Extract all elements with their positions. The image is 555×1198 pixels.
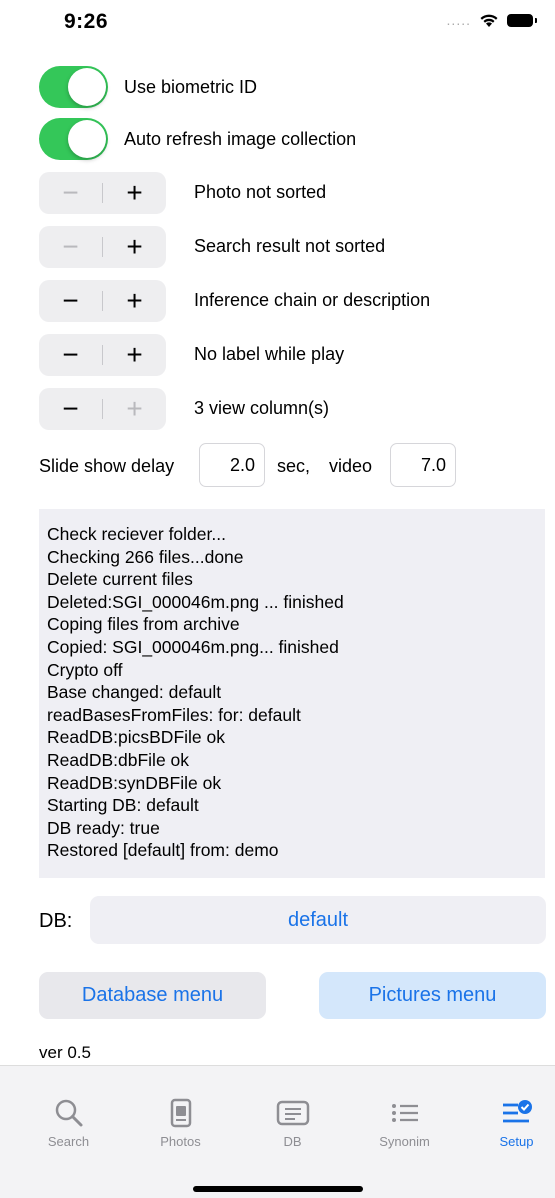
- delay-field[interactable]: 2.0: [199, 443, 265, 487]
- pictures-menu-button[interactable]: Pictures menu: [319, 972, 546, 1019]
- log-line: Coping files from archive: [47, 614, 240, 635]
- log-line: DB ready: true: [47, 817, 160, 838]
- tab-label: Search: [47, 1134, 90, 1149]
- photo-sort-stepper: − +: [39, 172, 166, 214]
- stepper-minus-button[interactable]: −: [39, 280, 102, 322]
- log-line: Crypto off: [47, 659, 123, 680]
- stepper-plus-button[interactable]: +: [103, 334, 166, 376]
- db-select-button[interactable]: default: [90, 896, 546, 944]
- photos-icon: [170, 1098, 191, 1128]
- db-icon: [276, 1100, 309, 1126]
- inference-stepper: − +: [39, 280, 166, 322]
- stepper-label: Search result not sorted: [194, 236, 386, 256]
- stepper-row-search-sort: − + Search result not sorted: [39, 226, 385, 268]
- database-menu-button[interactable]: Database menu: [39, 972, 266, 1019]
- log-line: Deleted:SGI_000046m.png ... finished: [47, 591, 344, 612]
- tab-synonim[interactable]: Synonim: [349, 1066, 460, 1149]
- log-line: ReadDB:synDBFile ok: [47, 772, 222, 793]
- status-icons: .....: [446, 12, 537, 28]
- stepper-plus-button[interactable]: +: [103, 388, 166, 430]
- biometric-switch[interactable]: [39, 66, 108, 108]
- log-line: ReadDB:picsBDFile ok: [47, 727, 225, 748]
- signal-icon: .....: [446, 12, 471, 28]
- wifi-icon: [480, 14, 498, 27]
- tab-label: Synonim: [379, 1134, 430, 1149]
- battery-icon: [507, 13, 537, 27]
- setup-icon: [502, 1100, 532, 1123]
- version-label: ver 0.5: [39, 1043, 91, 1062]
- log-textview[interactable]: Check reciever folder... Checking 266 fi…: [39, 509, 545, 878]
- stepper-plus-button[interactable]: +: [103, 172, 166, 214]
- video-label: video: [329, 456, 373, 476]
- log-line: Copied: SGI_000046m.png... finished: [47, 636, 339, 657]
- stepper-plus-button[interactable]: +: [103, 226, 166, 268]
- toggle-label: Auto refresh image collection: [124, 128, 357, 149]
- stepper-label: Inference chain or description: [194, 290, 431, 310]
- stepper-row-photo-sort: − + Photo not sorted: [39, 172, 326, 214]
- log-line: Delete current files: [47, 569, 193, 590]
- slideshow-delay-label: Slide show delay: [39, 456, 175, 476]
- search-sort-stepper: − +: [39, 226, 166, 268]
- stepper-minus-button[interactable]: −: [39, 172, 102, 214]
- log-line: Starting DB: default: [47, 795, 199, 816]
- toggle-label: Use biometric ID: [124, 76, 258, 97]
- auto-refresh-switch[interactable]: [39, 118, 108, 160]
- stepper-minus-button[interactable]: −: [39, 334, 102, 376]
- db-label: DB:: [39, 910, 73, 932]
- video-delay-field[interactable]: 7.0: [390, 443, 456, 487]
- tab-bar: Search Photos DB Synonim Setup: [0, 1065, 555, 1198]
- status-bar: 9:26 .....: [0, 0, 555, 44]
- toggle-row-auto-refresh: Auto refresh image collection: [39, 118, 356, 160]
- toggle-row-biometric: Use biometric ID: [39, 66, 257, 108]
- stepper-row-no-label: − + No label while play: [39, 334, 344, 376]
- log-line: readBasesFromFiles: for: default: [47, 704, 301, 725]
- log-line: Checking 266 files...done: [47, 546, 244, 567]
- tab-photos[interactable]: Photos: [125, 1066, 236, 1149]
- search-icon: [55, 1099, 82, 1127]
- tab-search[interactable]: Search: [13, 1066, 124, 1149]
- tab-label: Photos: [160, 1134, 201, 1149]
- switch-knob: [68, 68, 106, 106]
- log-line: Check reciever folder...: [47, 524, 226, 544]
- tab-label: DB: [283, 1134, 302, 1149]
- stepper-label: No label while play: [194, 344, 345, 364]
- log-line: Base changed: default: [47, 682, 222, 703]
- log-line: Restored [default] from: demo: [47, 840, 279, 861]
- sec-label: sec,: [277, 456, 311, 476]
- tab-label: Setup: [499, 1134, 534, 1149]
- no-label-stepper: − +: [39, 334, 166, 376]
- columns-stepper: − +: [39, 388, 166, 430]
- stepper-minus-button[interactable]: −: [39, 226, 102, 268]
- stepper-label: Photo not sorted: [194, 182, 327, 202]
- log-line: ReadDB:dbFile ok: [47, 749, 190, 770]
- status-time: 9:26: [64, 10, 109, 33]
- stepper-label: 3 view column(s): [194, 398, 330, 418]
- stepper-row-inference: − + Inference chain or description: [39, 280, 430, 322]
- stepper-minus-button[interactable]: −: [39, 388, 102, 430]
- tab-setup[interactable]: Setup: [461, 1066, 555, 1149]
- tab-db[interactable]: DB: [237, 1066, 348, 1149]
- list-icon: [391, 1104, 418, 1122]
- slideshow-delay-row: Slide show delay 2.0 sec, video 7.0: [39, 443, 519, 489]
- switch-knob: [68, 120, 106, 158]
- stepper-plus-button[interactable]: +: [103, 280, 166, 322]
- home-indicator: [193, 1186, 363, 1192]
- stepper-row-columns: − + 3 view column(s): [39, 388, 329, 430]
